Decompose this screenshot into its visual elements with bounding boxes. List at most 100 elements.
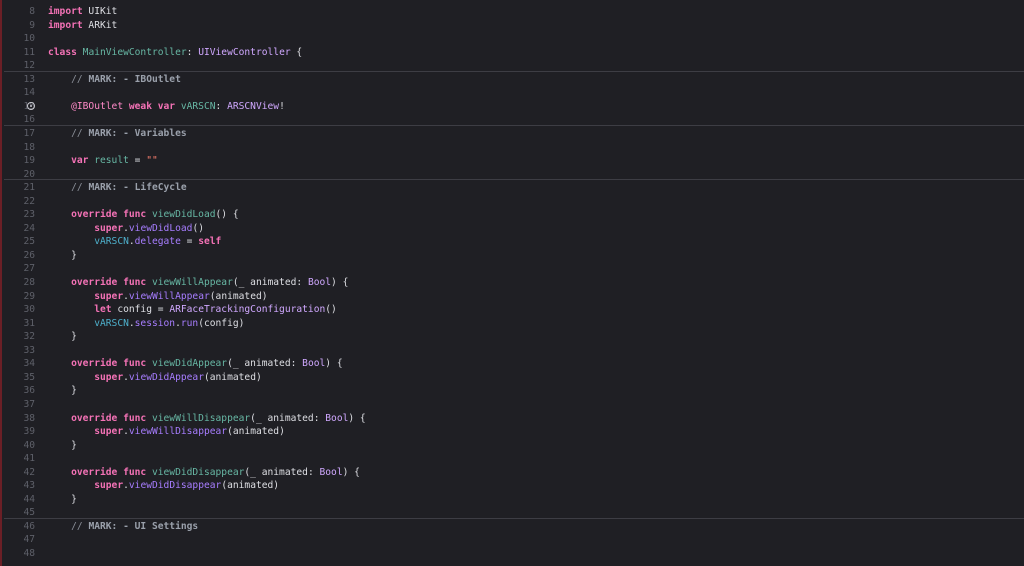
code-text: override func viewWillAppear(_ animated:…: [48, 276, 348, 289]
code-line[interactable]: 43 super.viewDidDisappear(animated): [2, 479, 1024, 492]
code-line[interactable]: 31 vARSCN.session.run(config): [2, 317, 1024, 330]
code-line[interactable]: 38 override func viewWillDisappear(_ ani…: [2, 412, 1024, 425]
line-number: 41: [23, 453, 35, 465]
code-line[interactable]: 40 }: [2, 439, 1024, 452]
line-number: 21: [23, 182, 35, 194]
code-token: (): [192, 222, 204, 234]
line-number: 31: [23, 317, 35, 329]
code-token: MARK: - LifeCycle: [88, 182, 187, 194]
line-number: 26: [23, 249, 35, 261]
line-number: 40: [23, 439, 35, 451]
code-line[interactable]: 27: [2, 262, 1024, 275]
code-token: override func: [71, 466, 147, 478]
code-token: viewDidAppear: [146, 358, 228, 370]
code-text: super.viewWillDisappear(animated): [48, 425, 285, 438]
code-token: override func: [71, 277, 147, 288]
mark-separator: [4, 124, 1024, 126]
code-token: //: [48, 73, 89, 85]
code-token: ARSCNView: [227, 100, 280, 112]
line-number: 39: [23, 426, 35, 438]
code-token: (animated): [203, 371, 262, 383]
code-line[interactable]: 36 }: [2, 384, 1024, 397]
code-line[interactable]: 29 super.viewWillAppear(animated): [2, 290, 1024, 303]
code-text: override func viewDidLoad() {: [48, 208, 239, 221]
line-number: 37: [23, 398, 35, 410]
code-token: override func: [71, 209, 147, 221]
code-line[interactable]: 41: [2, 452, 1024, 465]
code-line[interactable]: 42 override func viewDidDisappear(_ anim…: [2, 466, 1024, 479]
code-line[interactable]: 32 }: [2, 330, 1024, 343]
code-line[interactable]: 11 class MainViewController: UIViewContro…: [2, 46, 1024, 59]
code-token: //: [48, 520, 89, 532]
code-text: }: [48, 384, 77, 397]
code-line[interactable]: 10: [2, 32, 1024, 45]
code-line[interactable]: 24 super.viewDidLoad(): [2, 222, 1024, 235]
code-token: UIKit: [82, 6, 118, 17]
code-line[interactable]: 44 }: [2, 493, 1024, 506]
code-token: super: [94, 222, 124, 234]
code-line[interactable]: 28 override func viewWillAppear(_ animat…: [2, 276, 1024, 289]
code-line[interactable]: 46 // MARK: - UI Settings: [2, 520, 1024, 533]
code-line[interactable]: 37: [2, 398, 1024, 411]
code-line[interactable]: 23 override func viewDidLoad() {: [2, 208, 1024, 221]
code-line[interactable]: 48: [2, 547, 1024, 560]
code-line[interactable]: 19 var result = "": [2, 154, 1024, 167]
code-line[interactable]: 15 @IBOutlet weak var vARSCN: ARSCNView!: [2, 100, 1024, 113]
code-token: Bool: [319, 466, 343, 478]
line-number: 24: [23, 222, 35, 234]
code-text: import ARKit: [48, 19, 117, 32]
line-number: 25: [23, 236, 35, 248]
line-number: 27: [23, 263, 35, 275]
code-token: (_ animated:: [244, 466, 320, 478]
line-number: 32: [23, 331, 35, 343]
code-token: self: [198, 236, 222, 248]
code-line[interactable]: 30 let config = ARFaceTrackingConfigurat…: [2, 303, 1024, 316]
line-number: 35: [23, 371, 35, 383]
code-text: // MARK: - Variables: [48, 127, 187, 140]
code-editor[interactable]: 8 import UIKit 9 import ARKit 10 11 class Main…: [0, 0, 1024, 566]
code-token: (_ animated:: [227, 358, 303, 370]
code-text: import UIKit: [48, 5, 117, 18]
code-token: MARK: - UI Settings: [88, 520, 199, 532]
code-line[interactable]: 14: [2, 86, 1024, 99]
code-text: }: [48, 439, 77, 452]
code-token: (animated): [209, 290, 268, 302]
code-line[interactable]: 26 }: [2, 249, 1024, 262]
code-text: let config = ARFaceTrackingConfiguration…: [48, 303, 337, 316]
code-line[interactable]: 47: [2, 533, 1024, 546]
code-line[interactable]: 9 import ARKit: [2, 19, 1024, 32]
mark-separator: [4, 70, 1024, 72]
code-text: // MARK: - IBOutlet: [48, 73, 181, 86]
code-line[interactable]: 13 // MARK: - IBOutlet: [2, 73, 1024, 86]
code-line[interactable]: 33: [2, 344, 1024, 357]
line-number: 34: [23, 358, 35, 370]
code-token: session: [134, 317, 176, 329]
code-line[interactable]: 21 // MARK: - LifeCycle: [2, 181, 1024, 194]
code-token: vARSCN: [94, 236, 129, 248]
code-text: override func viewDidAppear(_ animated: …: [48, 357, 343, 370]
code-line[interactable]: 17 // MARK: - Variables: [2, 127, 1024, 140]
line-number: 9: [29, 19, 35, 31]
code-line[interactable]: 8 import UIKit: [2, 5, 1024, 18]
code-line[interactable]: 18: [2, 141, 1024, 154]
code-token: run: [180, 317, 199, 329]
code-token: MARK: - Variables: [88, 127, 187, 139]
mark-separator: [4, 517, 1024, 519]
code-line[interactable]: 22: [2, 195, 1024, 208]
code-line[interactable]: 25 vARSCN.delegate = self: [2, 235, 1024, 248]
code-token: {: [290, 46, 303, 58]
code-token: }: [48, 385, 77, 397]
code-line[interactable]: 35 super.viewDidAppear(animated): [2, 371, 1024, 384]
code-line[interactable]: 39 super.viewWillDisappear(animated): [2, 425, 1024, 438]
code-token: MARK: - IBOutlet: [88, 73, 181, 85]
code-token: super: [94, 290, 124, 302]
code-line[interactable]: 34 override func viewDidAppear(_ animate…: [2, 357, 1024, 370]
code-text: override func viewDidDisappear(_ animate…: [48, 466, 360, 479]
code-token: viewDidAppear: [128, 371, 204, 383]
